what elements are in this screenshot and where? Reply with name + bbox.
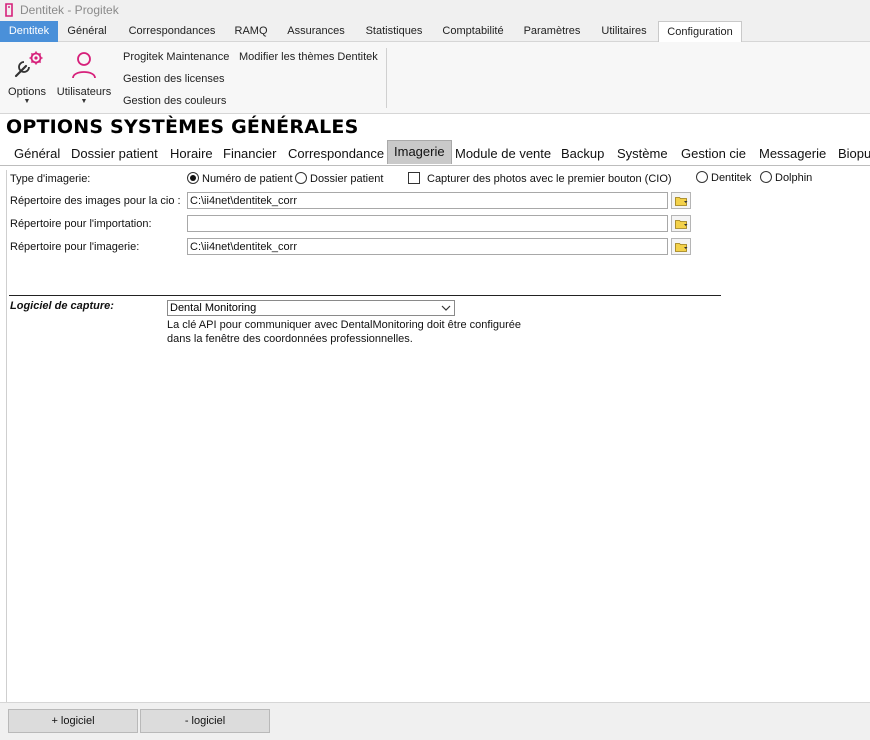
- imagerie-panel: Type d'imagerie: Numéro de patient Dossi…: [6, 170, 870, 702]
- tab-module-de-vente[interactable]: Module de vente: [455, 146, 551, 161]
- ribbon-tab-statistiques[interactable]: Statistiques: [358, 21, 430, 42]
- imaging-type-label: Type d'imagerie:: [10, 173, 91, 185]
- chevron-down-icon: ▼: [80, 98, 88, 105]
- chevron-down-icon: ▼: [23, 98, 31, 105]
- ribbon-separator: [386, 48, 387, 108]
- progitek-maintenance-link[interactable]: Progitek Maintenance: [123, 51, 229, 63]
- folder-icon: [675, 220, 688, 229]
- users-button[interactable]: Utilisateurs ▼: [56, 50, 112, 106]
- ribbon-tab-configuration[interactable]: Configuration: [658, 21, 742, 43]
- tab-backup[interactable]: Backup: [561, 146, 604, 161]
- dentitek-logo-icon: [5, 3, 13, 17]
- radio-patient-file-label: Dossier patient: [310, 173, 384, 185]
- radio-patient-file[interactable]: [295, 172, 307, 184]
- radio-dentitek[interactable]: [696, 171, 708, 183]
- capture-first-button-label: Capturer des photos avec le premier bout…: [427, 173, 672, 185]
- import-dir-label: Répertoire pour l'importation:: [10, 218, 152, 230]
- ribbon-tab-ramq[interactable]: RAMQ: [228, 21, 274, 42]
- wrench-gear-icon: [14, 51, 43, 78]
- capture-software-label: Logiciel de capture:: [10, 300, 114, 312]
- radio-dentitek-label: Dentitek: [711, 172, 752, 184]
- user-icon: [72, 52, 96, 79]
- ribbon-tab-comptabilite[interactable]: Comptabilité: [438, 21, 508, 42]
- ribbon-tab-dentitek[interactable]: Dentitek: [0, 21, 58, 42]
- colors-management-link[interactable]: Gestion des couleurs: [123, 95, 226, 107]
- imaging-dir-browse-button[interactable]: [671, 238, 691, 255]
- ribbon-tab-general[interactable]: Général: [60, 21, 114, 42]
- users-label: Utilisateurs: [56, 86, 112, 98]
- add-software-button[interactable]: + logiciel: [8, 709, 138, 733]
- imaging-dir-label: Répertoire pour l'imagerie:: [10, 241, 140, 253]
- remove-software-button[interactable]: - logiciel: [140, 709, 270, 733]
- page-title: OPTIONS SYSTÈMES GÉNÉRALES: [6, 116, 359, 138]
- folder-icon: [675, 243, 688, 252]
- cio-dir-label: Répertoire des images pour la cio :: [10, 195, 181, 207]
- capture-first-button-checkbox[interactable]: [408, 172, 420, 184]
- capture-software-selected: Dental Monitoring: [170, 302, 257, 314]
- section-divider: [9, 295, 721, 296]
- chevron-down-icon: [441, 305, 451, 311]
- tab-dossier-patient[interactable]: Dossier patient: [71, 146, 158, 161]
- tab-financier[interactable]: Financier: [223, 146, 276, 161]
- radio-patient-number-label: Numéro de patient: [202, 173, 293, 185]
- ribbon-tab-bar: Dentitek Général Correspondances RAMQ As…: [0, 20, 870, 43]
- cio-dir-browse-button[interactable]: [671, 192, 691, 209]
- imaging-dir-input[interactable]: [187, 238, 668, 255]
- radio-dolphin[interactable]: [760, 171, 772, 183]
- capture-software-select[interactable]: Dental Monitoring: [167, 300, 455, 316]
- radio-dolphin-label: Dolphin: [775, 172, 813, 184]
- options-button[interactable]: Options ▼: [6, 50, 48, 106]
- api-key-note-line2: dans la fenêtre des coordonnées professi…: [167, 333, 413, 345]
- folder-icon: [675, 197, 688, 206]
- tab-horaire[interactable]: Horaire: [170, 146, 213, 161]
- bottom-toolbar: + logiciel - logiciel: [0, 702, 870, 740]
- cio-dir-input[interactable]: [187, 192, 668, 209]
- options-label: Options: [8, 86, 46, 98]
- tab-systeme[interactable]: Système: [617, 146, 668, 161]
- window-title: Dentitek - Progitek: [20, 3, 119, 17]
- tab-imagerie[interactable]: Imagerie: [387, 140, 452, 164]
- tab-general[interactable]: Général: [14, 146, 60, 161]
- tab-gestion-cie[interactable]: Gestion cie: [681, 146, 746, 161]
- ribbon-tab-parametres[interactable]: Paramètres: [516, 21, 588, 42]
- ribbon-tab-correspondances[interactable]: Correspondances: [122, 21, 222, 42]
- options-tab-bar: Général Dossier patient Horaire Financie…: [0, 140, 870, 166]
- title-bar: Dentitek - Progitek: [0, 0, 870, 20]
- import-dir-browse-button[interactable]: [671, 215, 691, 232]
- tab-correspondance[interactable]: Correspondance: [288, 146, 384, 161]
- api-key-note-line1: La clé API pour communiquer avec DentalM…: [167, 319, 522, 331]
- radio-patient-number[interactable]: [187, 172, 199, 184]
- modify-themes-link[interactable]: Modifier les thèmes Dentitek: [239, 51, 378, 63]
- ribbon-tab-assurances[interactable]: Assurances: [282, 21, 350, 42]
- ribbon-tab-utilitaires[interactable]: Utilitaires: [596, 21, 652, 42]
- import-dir-input[interactable]: [187, 215, 668, 232]
- licenses-management-link[interactable]: Gestion des licenses: [123, 73, 225, 85]
- ribbon-panel: Options ▼ Utilisateurs ▼ Progitek Mainte…: [0, 42, 870, 114]
- tab-biopu[interactable]: Biopu: [838, 146, 870, 161]
- tab-messagerie[interactable]: Messagerie: [759, 146, 826, 161]
